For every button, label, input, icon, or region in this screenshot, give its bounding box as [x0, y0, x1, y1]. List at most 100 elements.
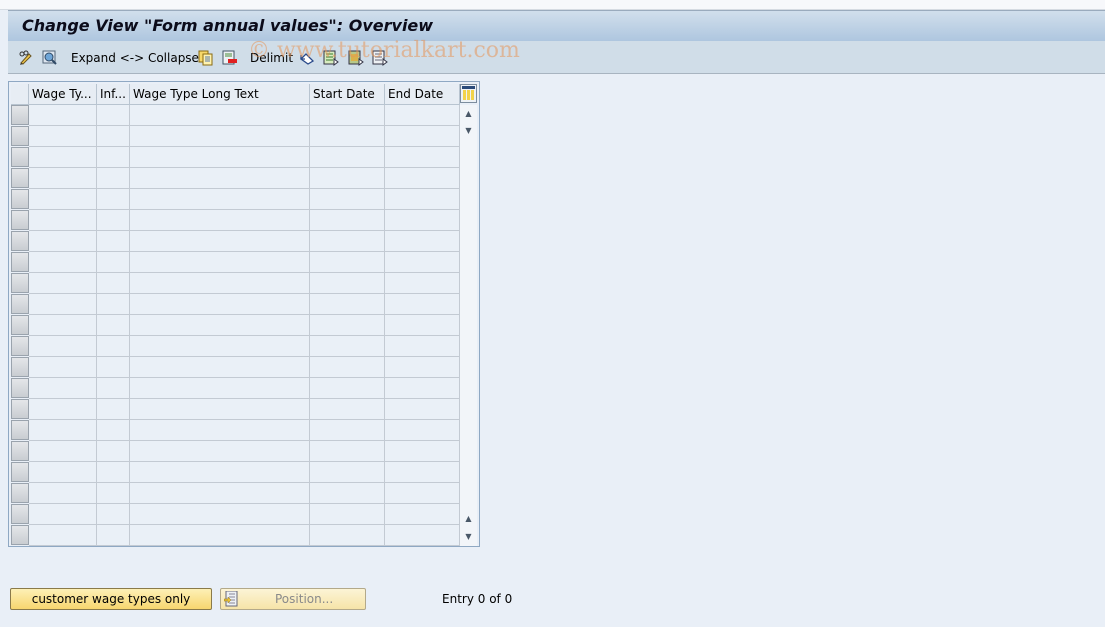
- scroll-line-down-top-button[interactable]: ▼: [460, 122, 477, 139]
- row-selector[interactable]: [11, 399, 29, 419]
- table-cell-wage-type[interactable]: [29, 378, 97, 399]
- table-cell-infotype[interactable]: [97, 126, 130, 147]
- table-cell-start-date[interactable]: [310, 189, 385, 210]
- table-cell-wage-type[interactable]: [29, 231, 97, 252]
- row-selector[interactable]: [11, 105, 29, 125]
- row-selector[interactable]: [11, 147, 29, 167]
- table-cell-long-text[interactable]: [130, 357, 310, 378]
- table-cell-long-text[interactable]: [130, 483, 310, 504]
- table-cell-start-date[interactable]: [310, 504, 385, 525]
- table-cell-end-date[interactable]: [385, 462, 460, 483]
- table-cell-long-text[interactable]: [130, 294, 310, 315]
- table-cell-infotype[interactable]: [97, 483, 130, 504]
- table-cell-end-date[interactable]: [385, 483, 460, 504]
- table-cell-long-text[interactable]: [130, 336, 310, 357]
- table-cell-end-date[interactable]: [385, 273, 460, 294]
- table-cell-infotype[interactable]: [97, 462, 130, 483]
- column-header-start-date[interactable]: Start Date: [310, 84, 385, 105]
- select-all-rows-corner[interactable]: [11, 84, 29, 105]
- column-header-infotype[interactable]: Inf...: [97, 84, 130, 105]
- row-selector[interactable]: [11, 525, 29, 545]
- table-cell-start-date[interactable]: [310, 126, 385, 147]
- row-selector[interactable]: [11, 126, 29, 146]
- table-cell-end-date[interactable]: [385, 315, 460, 336]
- table-cell-infotype[interactable]: [97, 441, 130, 462]
- table-cell-start-date[interactable]: [310, 378, 385, 399]
- copy-as-button[interactable]: [198, 49, 214, 66]
- row-selector[interactable]: [11, 357, 29, 377]
- table-cell-long-text[interactable]: [130, 441, 310, 462]
- table-cell-end-date[interactable]: [385, 147, 460, 168]
- delimit-button[interactable]: Delimit: [250, 49, 293, 66]
- table-cell-end-date[interactable]: [385, 357, 460, 378]
- expand-collapse-button[interactable]: Expand <-> Collapse: [71, 49, 199, 66]
- table-cell-end-date[interactable]: [385, 189, 460, 210]
- table-cell-infotype[interactable]: [97, 315, 130, 336]
- row-selector[interactable]: [11, 315, 29, 335]
- delete-button[interactable]: [222, 49, 238, 66]
- table-cell-end-date[interactable]: [385, 504, 460, 525]
- table-cell-infotype[interactable]: [97, 378, 130, 399]
- table-cell-start-date[interactable]: [310, 210, 385, 231]
- table-cell-end-date[interactable]: [385, 336, 460, 357]
- table-cell-long-text[interactable]: [130, 168, 310, 189]
- table-cell-infotype[interactable]: [97, 210, 130, 231]
- table-cell-wage-type[interactable]: [29, 357, 97, 378]
- table-cell-infotype[interactable]: [97, 168, 130, 189]
- row-selector[interactable]: [11, 168, 29, 188]
- scroll-page-up-button[interactable]: ▲: [460, 105, 477, 122]
- table-cell-wage-type[interactable]: [29, 441, 97, 462]
- table-cell-long-text[interactable]: [130, 420, 310, 441]
- row-selector[interactable]: [11, 273, 29, 293]
- row-selector[interactable]: [11, 189, 29, 209]
- table-cell-infotype[interactable]: [97, 399, 130, 420]
- vertical-scrollbar[interactable]: ▲ ▼ ▲ ▼: [460, 105, 477, 546]
- table-cell-start-date[interactable]: [310, 231, 385, 252]
- table-cell-start-date[interactable]: [310, 105, 385, 126]
- table-cell-start-date[interactable]: [310, 336, 385, 357]
- table-cell-start-date[interactable]: [310, 315, 385, 336]
- table-cell-long-text[interactable]: [130, 189, 310, 210]
- table-cell-wage-type[interactable]: [29, 252, 97, 273]
- position-button[interactable]: Position...: [220, 588, 366, 610]
- table-cell-start-date[interactable]: [310, 168, 385, 189]
- table-cell-wage-type[interactable]: [29, 147, 97, 168]
- table-cell-long-text[interactable]: [130, 105, 310, 126]
- table-cell-long-text[interactable]: [130, 525, 310, 546]
- table-cell-end-date[interactable]: [385, 252, 460, 273]
- table-cell-end-date[interactable]: [385, 525, 460, 546]
- table-cell-start-date[interactable]: [310, 525, 385, 546]
- table-cell-wage-type[interactable]: [29, 420, 97, 441]
- scroll-line-up-button[interactable]: ▲: [460, 510, 477, 527]
- table-cell-wage-type[interactable]: [29, 210, 97, 231]
- table-cell-end-date[interactable]: [385, 168, 460, 189]
- table-cell-wage-type[interactable]: [29, 168, 97, 189]
- row-selector[interactable]: [11, 210, 29, 230]
- row-selector[interactable]: [11, 420, 29, 440]
- table-cell-infotype[interactable]: [97, 294, 130, 315]
- undo-change-button[interactable]: [299, 49, 315, 66]
- table-cell-long-text[interactable]: [130, 231, 310, 252]
- table-cell-infotype[interactable]: [97, 504, 130, 525]
- table-cell-long-text[interactable]: [130, 126, 310, 147]
- row-selector[interactable]: [11, 462, 29, 482]
- table-cell-wage-type[interactable]: [29, 525, 97, 546]
- table-cell-infotype[interactable]: [97, 231, 130, 252]
- table-cell-start-date[interactable]: [310, 483, 385, 504]
- table-cell-start-date[interactable]: [310, 273, 385, 294]
- table-cell-wage-type[interactable]: [29, 483, 97, 504]
- table-cell-long-text[interactable]: [130, 252, 310, 273]
- table-cell-wage-type[interactable]: [29, 273, 97, 294]
- table-cell-start-date[interactable]: [310, 252, 385, 273]
- table-cell-start-date[interactable]: [310, 462, 385, 483]
- table-cell-long-text[interactable]: [130, 315, 310, 336]
- change-display-button[interactable]: [18, 49, 34, 66]
- table-cell-long-text[interactable]: [130, 210, 310, 231]
- scroll-down-button[interactable]: ▼: [460, 528, 477, 545]
- table-cell-infotype[interactable]: [97, 420, 130, 441]
- table-cell-start-date[interactable]: [310, 294, 385, 315]
- row-selector[interactable]: [11, 378, 29, 398]
- table-cell-start-date[interactable]: [310, 441, 385, 462]
- table-cell-long-text[interactable]: [130, 378, 310, 399]
- table-cell-end-date[interactable]: [385, 294, 460, 315]
